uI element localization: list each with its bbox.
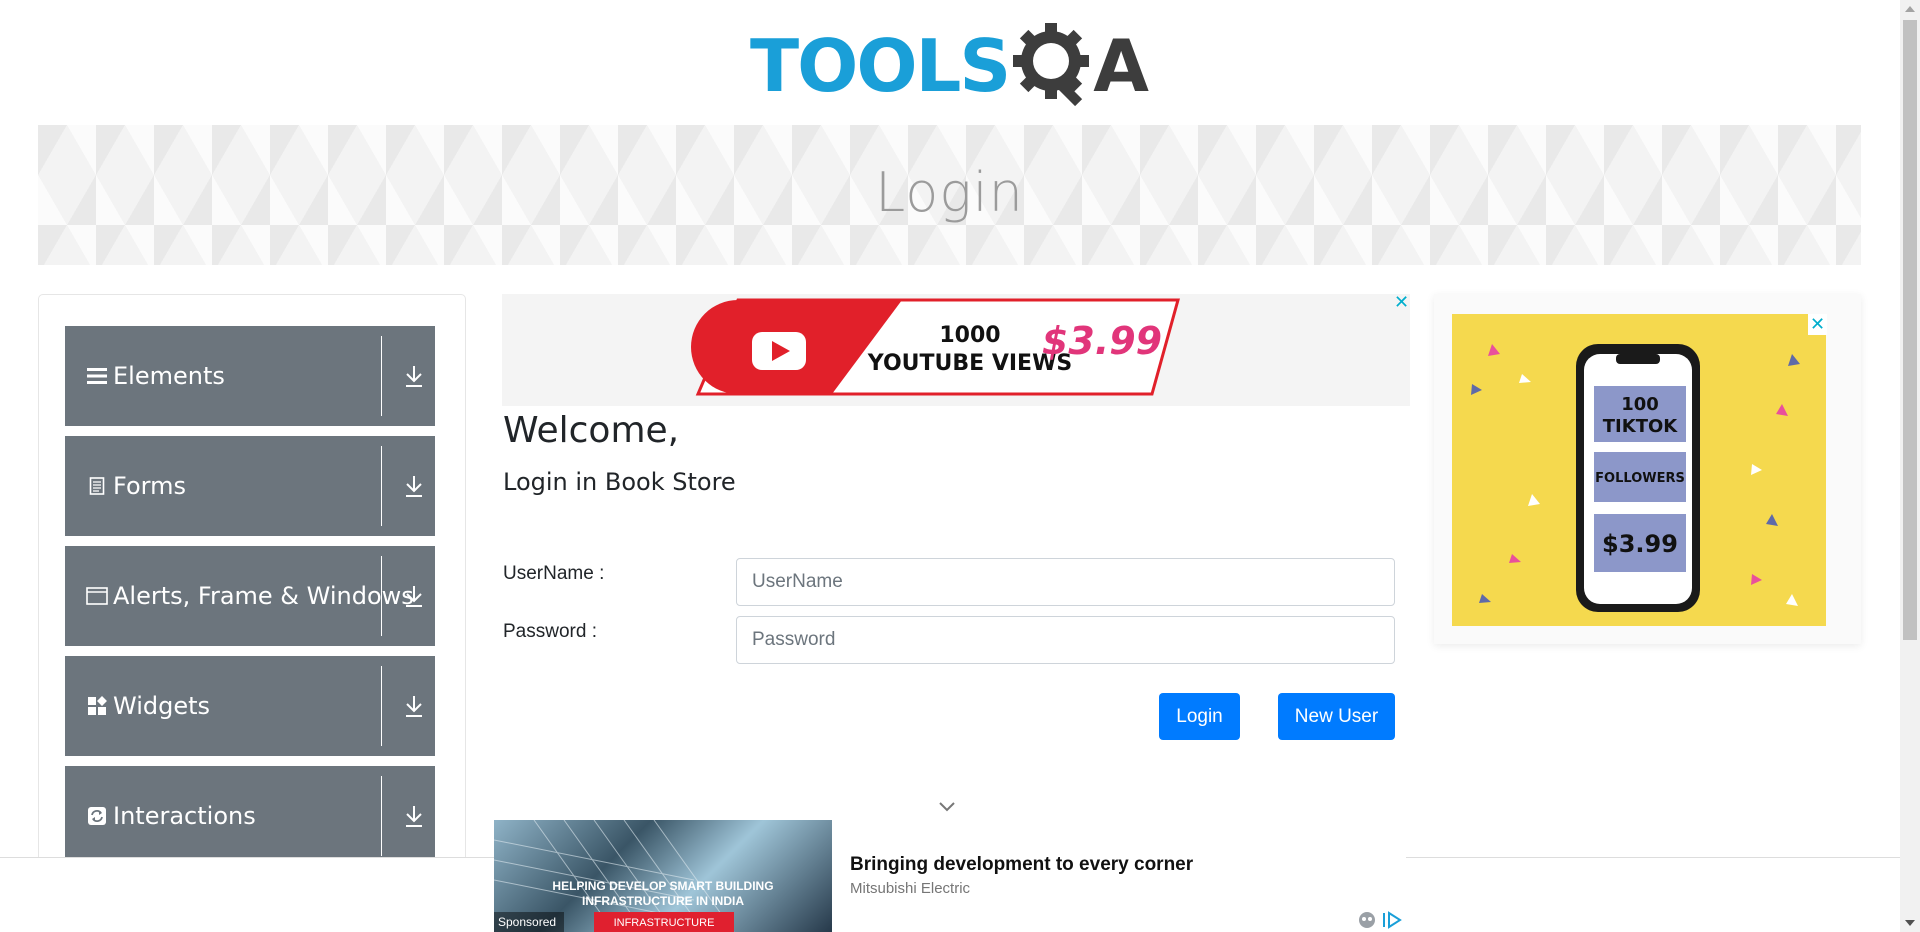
widgets-icon [85, 696, 109, 716]
ad-text-count: 100 [1621, 394, 1659, 415]
divider [381, 556, 382, 636]
sidebar-group-forms[interactable]: Forms [65, 436, 435, 536]
ad-text-followers: FOLLOWERS [1595, 471, 1685, 486]
building-graphic: HELPING DEVELOP SMART BUILDING INFRASTRU… [494, 820, 774, 932]
chevron-down-icon[interactable] [937, 800, 957, 814]
ad-image-caption-2: INFRASTRUCTURE IN INDIA [582, 894, 744, 908]
password-label: Password : [503, 621, 597, 642]
username-input[interactable] [736, 558, 1395, 606]
ad-image-tag: INFRASTRUCTURE [614, 917, 715, 929]
download-arrow-icon[interactable] [403, 472, 425, 500]
ad-building-image: HELPING DEVELOP SMART BUILDING INFRASTRU… [494, 820, 832, 932]
welcome-heading: Welcome, [503, 410, 680, 451]
ad-headline[interactable]: Bringing development to every corner [850, 854, 1193, 876]
hamburger-icon [85, 367, 109, 385]
sidebar-group-label: Widgets [113, 692, 211, 720]
divider [381, 776, 382, 856]
sidebar-group-widgets[interactable]: Widgets [65, 656, 435, 756]
page-scrollbar[interactable] [1900, 0, 1920, 932]
download-arrow-icon[interactable] [403, 692, 425, 720]
login-button[interactable]: Login [1159, 693, 1240, 740]
ad-advertiser: Mitsubishi Electric [850, 880, 971, 897]
sidebar-group-label: Forms [113, 472, 186, 500]
gear-magnifier-icon [1013, 23, 1099, 109]
close-ad-icon[interactable]: ✕ [1394, 292, 1409, 313]
top-ad-banner[interactable]: 1000 YOUTUBE VIEWS $3.99 [502, 294, 1410, 406]
bottom-sponsored-ad[interactable]: HELPING DEVELOP SMART BUILDING INFRASTRU… [494, 820, 1406, 932]
logo-text-a: A [1093, 24, 1149, 108]
sidebar-group-label: Interactions [113, 802, 256, 830]
download-arrow-icon[interactable] [403, 362, 425, 390]
site-logo[interactable]: TOOLS A [750, 16, 1160, 116]
scroll-thumb[interactable] [1903, 20, 1917, 640]
sidebar-group-alerts[interactable]: Alerts, Frame & Windows [65, 546, 435, 646]
sidebar-group-elements[interactable]: Elements [65, 326, 435, 426]
tiktok-ad-graphic: 100 TIKTOK FOLLOWERS $3.99 [1471, 344, 1800, 612]
sponsored-label: Sponsored [498, 915, 556, 929]
password-input[interactable] [736, 616, 1395, 664]
sidebar: Elements Forms Alerts, Frame & Windows W… [38, 294, 466, 932]
window-icon [85, 587, 109, 605]
logo-text-tools: TOOLS [750, 24, 1011, 108]
download-arrow-icon[interactable] [403, 802, 425, 830]
adchoices-icon[interactable] [1358, 910, 1404, 930]
divider [381, 446, 382, 526]
tiktok-ad[interactable]: 100 TIKTOK FOLLOWERS $3.99 [1452, 314, 1826, 626]
sidebar-group-label: Elements [113, 362, 225, 390]
right-ad-container: 100 TIKTOK FOLLOWERS $3.99 [1434, 294, 1861, 644]
page-title: Login [875, 161, 1024, 224]
ad-text-price: $3.99 [1042, 319, 1162, 363]
sidebar-group-interactions[interactable]: Interactions [65, 766, 435, 866]
document-icon [85, 477, 109, 495]
scroll-up-arrow-icon[interactable] [1905, 6, 1915, 12]
divider [381, 666, 382, 746]
page-banner: Login [38, 125, 1861, 265]
ad-text-tiktok: TIKTOK [1603, 416, 1679, 437]
refresh-icon [85, 807, 109, 825]
username-label: UserName : [503, 563, 605, 584]
youtube-views-ad-graphic: 1000 YOUTUBE VIEWS $3.99 [691, 298, 1180, 396]
scroll-down-arrow-icon[interactable] [1905, 920, 1915, 926]
ad-text-price: $3.99 [1602, 530, 1678, 558]
login-subtitle: Login in Book Store [503, 468, 736, 496]
new-user-button[interactable]: New User [1278, 693, 1395, 740]
sidebar-group-label: Alerts, Frame & Windows [113, 582, 414, 610]
ad-image-caption-1: HELPING DEVELOP SMART BUILDING [552, 879, 773, 893]
download-arrow-icon[interactable] [403, 582, 425, 610]
close-ad-icon[interactable]: ✕ [1808, 314, 1828, 335]
ad-text-count: 1000 [939, 323, 1000, 348]
divider [381, 336, 382, 416]
